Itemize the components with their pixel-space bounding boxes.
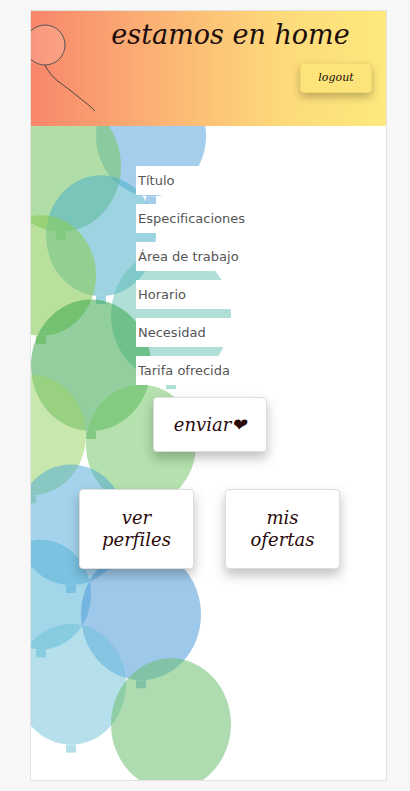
- form-field[interactable]: [136, 166, 258, 195]
- app-window: estamos en home logout enviar❤ ver perfiles…: [30, 10, 387, 781]
- form-field[interactable]: [136, 356, 258, 385]
- send-button[interactable]: enviar❤: [153, 397, 267, 452]
- nav-buttons: ver perfiles mis ofertas: [79, 489, 386, 569]
- form-field[interactable]: [136, 204, 258, 233]
- nav-button[interactable]: ver perfiles: [79, 489, 194, 569]
- balloon-icon: [31, 13, 101, 113]
- form-field[interactable]: [136, 318, 258, 347]
- offer-form: [136, 166, 258, 385]
- main-content: enviar❤ ver perfiles mis ofertas: [31, 126, 386, 569]
- form-field[interactable]: [136, 242, 258, 271]
- main-area: enviar❤ ver perfiles mis ofertas: [31, 126, 386, 780]
- nav-button[interactable]: mis ofertas: [225, 489, 340, 569]
- form-field[interactable]: [136, 280, 258, 309]
- header-bar: estamos en home logout: [31, 11, 386, 126]
- logout-button[interactable]: logout: [300, 63, 372, 93]
- page-title: estamos en home: [89, 19, 372, 51]
